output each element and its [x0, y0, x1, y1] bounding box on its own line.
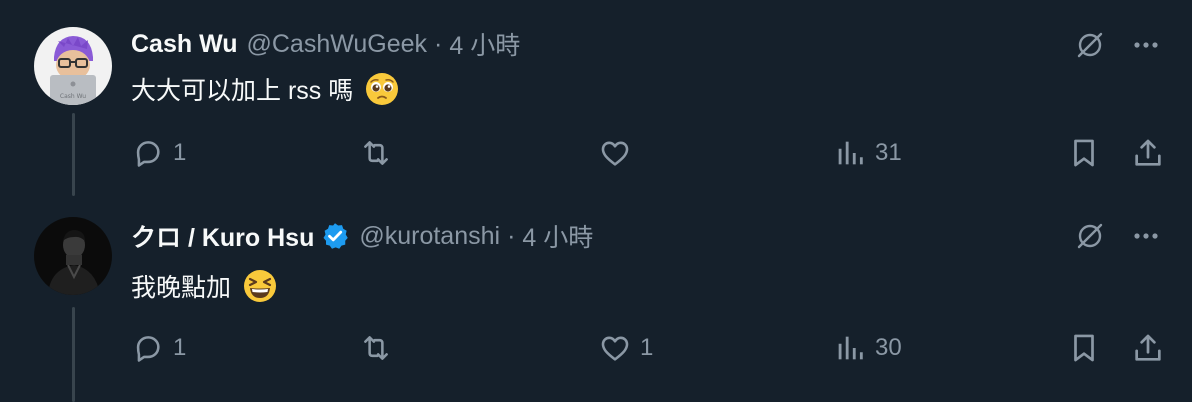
handle[interactable]: @CashWuGeek: [247, 30, 428, 59]
display-name[interactable]: クロ / Kuro Hsu: [131, 218, 314, 254]
separator: ·: [434, 29, 443, 58]
avatar[interactable]: Cash Wu: [34, 27, 112, 105]
tweet-actions: 1 1 30: [131, 328, 1167, 368]
retweet-icon: [364, 141, 388, 165]
retweet-button[interactable]: [359, 133, 393, 173]
avatar-cash-wu-image: Cash Wu: [34, 27, 112, 105]
avatar[interactable]: [34, 217, 112, 295]
views-count: 30: [875, 334, 902, 361]
views-button[interactable]: 30: [833, 328, 902, 368]
views-icon: [838, 141, 863, 165]
tweet-text-content: 大大可以加上 rss 嗎: [131, 77, 354, 105]
display-name[interactable]: Cash Wu: [131, 30, 238, 59]
timestamp[interactable]: 4 小時: [522, 218, 593, 254]
tweet-header: クロ / Kuro Hsu @kurotanshi · 4 小時: [131, 218, 593, 254]
more-icon[interactable]: [1128, 218, 1164, 254]
grinning-squinting-face-emoji: [243, 269, 277, 303]
views-icon: [838, 336, 863, 360]
reply-count: 1: [173, 334, 187, 361]
tweet-text: 大大可以加上 rss 嗎: [131, 69, 399, 109]
tweet-actions: 1 31: [131, 133, 1167, 173]
handle[interactable]: @kurotanshi: [359, 222, 500, 251]
svg-text:Cash Wu: Cash Wu: [60, 93, 86, 100]
share-button[interactable]: [1131, 133, 1165, 173]
like-button[interactable]: [598, 133, 632, 173]
verified-badge-icon[interactable]: [320, 221, 350, 251]
reply-icon: [136, 141, 160, 167]
bookmark-icon: [1074, 139, 1094, 167]
share-button[interactable]: [1131, 328, 1165, 368]
more-icon[interactable]: [1128, 27, 1164, 63]
tweet[interactable]: クロ / Kuro Hsu @kurotanshi · 4 小時 我晚點加 1 …: [0, 196, 1192, 402]
tweet-text-content: 我晚點加: [131, 274, 232, 302]
bookmark-icon: [1074, 334, 1094, 362]
bookmark-button[interactable]: [1067, 133, 1101, 173]
reply-button[interactable]: 1: [131, 328, 186, 368]
thread-line: [72, 307, 75, 402]
views-button[interactable]: 31: [833, 133, 902, 173]
share-icon: [1135, 334, 1161, 361]
timestamp[interactable]: 4 小時: [449, 26, 520, 62]
bookmark-button[interactable]: [1067, 328, 1101, 368]
share-icon: [1135, 139, 1161, 166]
grok-icon[interactable]: [1072, 27, 1108, 63]
separator: ·: [507, 221, 516, 250]
retweet-icon: [364, 336, 388, 360]
thread-line: [72, 113, 75, 196]
heart-icon: [601, 336, 629, 361]
like-button[interactable]: 1: [598, 328, 653, 368]
like-count: 1: [640, 334, 654, 361]
reply-button[interactable]: 1: [131, 133, 186, 173]
views-count: 31: [875, 139, 902, 166]
tweet[interactable]: Cash Wu Cash Wu @CashWuGeek · 4 小時 大大可以加…: [0, 0, 1192, 196]
tweet-top-actions: [1072, 218, 1164, 254]
reply-count: 1: [173, 139, 187, 166]
heart-icon: [601, 141, 629, 166]
tweet-header: Cash Wu @CashWuGeek · 4 小時: [131, 26, 520, 62]
tweet-text: 我晚點加: [131, 266, 277, 306]
reply-icon: [136, 336, 160, 362]
pleading-face-emoji: [365, 72, 399, 106]
grok-icon[interactable]: [1072, 218, 1108, 254]
tweet-top-actions: [1072, 27, 1164, 63]
retweet-button[interactable]: [359, 328, 393, 368]
avatar-kuro-hsu-image: [34, 217, 112, 295]
